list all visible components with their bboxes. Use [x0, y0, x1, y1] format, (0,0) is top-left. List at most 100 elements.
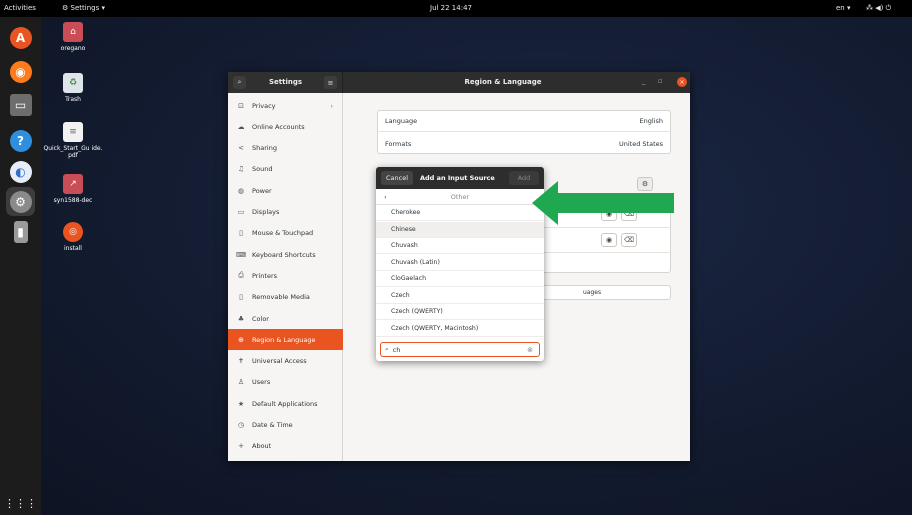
close-button[interactable]: × [677, 77, 687, 87]
desktop-icon-label: Quick_Start_Gu ide.pdf [43, 145, 103, 159]
sidebar-item-region-language[interactable]: ⊕ Region & Language [228, 329, 343, 351]
sidebar-item-icon: ▯ [239, 229, 243, 238]
menu-button[interactable]: ≡ [324, 76, 337, 89]
sidebar-item-privacy[interactable]: ⊡ Privacy › [228, 95, 343, 116]
list-item[interactable]: Czech (QWERTY) [376, 304, 544, 320]
clock[interactable]: Jul 22 14:47 [430, 4, 472, 12]
manage-languages-label: uages [583, 289, 602, 296]
sidebar-header: ⌕ Settings ≡ [228, 72, 343, 93]
sidebar-item-sharing[interactable]: < Sharing [228, 138, 343, 159]
desktop-icon-label: syn1588-dec [53, 197, 93, 204]
green-arrow-annotation [532, 181, 674, 225]
desktop-icon-trash[interactable]: ♻ Trash [43, 73, 103, 103]
remove-input-source-button-2[interactable]: ⌫ [621, 233, 637, 247]
app-icon: ◐ [9, 160, 32, 183]
sidebar-item-universal-access[interactable]: ✝ Universal Access [228, 351, 343, 372]
sidebar-item-label: Date & Time [252, 421, 293, 429]
formats-row[interactable]: Formats United States [378, 133, 670, 154]
cancel-button[interactable]: Cancel [381, 171, 413, 185]
sidebar-item-users[interactable]: ♙ Users [228, 372, 343, 393]
sidebar-item-removable-media[interactable]: ▯ Removable Media [228, 287, 343, 308]
language-row[interactable]: Language English [378, 111, 670, 132]
sidebar-item-icon: < [238, 144, 244, 153]
settings-sidebar: ⊡ Privacy › ☁ Online Accounts < Sharing ♫ Sound ◍… [228, 93, 343, 461]
list-item[interactable]: Chuvash [376, 238, 544, 254]
desktop-icon-label: Trash [65, 96, 81, 103]
list-item[interactable]: Czech (QWERTY, Macintosh) [376, 321, 544, 337]
input-source-search[interactable]: ⌕ ch ⊗ [380, 342, 540, 357]
sidebar-item-label: Removable Media [252, 293, 310, 302]
grid-icon: ⋮⋮⋮ [4, 497, 37, 510]
dock-files[interactable]: ▭ [6, 90, 35, 119]
arrow-shape [532, 181, 674, 225]
search-icon: ⌕ [385, 345, 389, 353]
dock-settings[interactable]: ⚙ [6, 187, 35, 216]
desktop-icon-syn1588-dec[interactable]: ↗ syn1588-dec [43, 174, 103, 204]
dock-help[interactable]: ? [6, 126, 35, 155]
back-row-other[interactable]: ‹ Other [376, 189, 544, 205]
sidebar-item-label: Online Accounts [252, 122, 305, 131]
sidebar-item-date-time[interactable]: ◷ Date & Time [228, 415, 343, 436]
search-icon: ⌕ [237, 78, 242, 86]
sidebar-item-about[interactable]: + About [228, 436, 343, 457]
desktop-icon-install[interactable]: ◎ install [43, 222, 103, 252]
show-applications-button[interactable]: ⋮⋮⋮ [4, 489, 37, 515]
sidebar-item-label: Privacy [252, 101, 276, 110]
preview-layout-button-2[interactable]: ◉ [601, 233, 617, 247]
panel-title: Region & Language [464, 78, 542, 86]
desktop-icon-quick-start-pdf[interactable]: ≡ Quick_Start_Gu ide.pdf [43, 122, 103, 159]
list-item[interactable]: Chuvash (Latin) [376, 255, 544, 271]
sidebar-item-icon: ★ [237, 399, 245, 408]
installer-icon: ◎ [63, 222, 83, 242]
sidebar-item-printers[interactable]: ⎙ Printers [228, 265, 343, 286]
desktop-icon-label: oregano [60, 45, 86, 52]
language-formats-group: Language English Formats United States [377, 110, 671, 154]
sidebar-item-label: Universal Access [252, 357, 307, 366]
dialog-title: Add an Input Source [420, 174, 495, 182]
system-status-icons[interactable]: ⁂ ◀) ⏻ [866, 4, 891, 13]
dock-usb-drive[interactable]: ▮ [6, 217, 35, 246]
sidebar-item-icon: ♣ [237, 314, 245, 323]
trash-icon: ♻ [63, 73, 83, 93]
sidebar-item-power[interactable]: ◍ Power [228, 180, 343, 201]
back-row-label: Other [450, 192, 470, 201]
dock-ubuntu-software[interactable]: A [6, 23, 35, 52]
hamburger-icon: ≡ [327, 78, 334, 87]
list-item[interactable]: Czech [376, 288, 544, 304]
close-icon: × [679, 78, 685, 86]
dock-app[interactable]: ◐ [6, 157, 35, 186]
activities-button[interactable]: Activities [4, 4, 36, 12]
language-value: English [639, 117, 663, 125]
sidebar-item-online-accounts[interactable]: ☁ Online Accounts [228, 116, 343, 137]
sidebar-item-color[interactable]: ♣ Color [228, 308, 343, 329]
sidebar-item-displays[interactable]: ▭ Displays [228, 202, 343, 223]
folder-link-icon: ↗ [63, 174, 83, 194]
app-menu[interactable]: ⚙ Settings ▾ [62, 4, 105, 12]
sidebar-item-label: Keyboard Shortcuts [252, 250, 316, 259]
app-menu-label: Settings [70, 4, 100, 12]
sidebar-item-label: Printers [252, 271, 278, 280]
eye-icon: ◉ [605, 236, 613, 244]
maximize-button[interactable]: ▫ [658, 77, 663, 85]
language-indicator[interactable]: en ▾ [836, 4, 851, 12]
sidebar-item-default-applications[interactable]: ★ Default Applications [228, 393, 343, 414]
minimize-button[interactable]: _ [642, 77, 646, 85]
sidebar-item-icon: ▭ [237, 208, 245, 216]
sidebar-item-label: Sound [252, 165, 273, 174]
list-item[interactable]: CloGaelach [376, 271, 544, 287]
desktop-icon-oregano[interactable]: ⌂ oregano [43, 22, 103, 52]
dock-firefox[interactable]: ◉ [6, 57, 35, 86]
search-button[interactable]: ⌕ [233, 76, 246, 89]
sidebar-item-mouse-touchpad[interactable]: ▯ Mouse & Touchpad [228, 223, 343, 244]
sidebar-item-keyboard-shortcuts[interactable]: ⌨ Keyboard Shortcuts [228, 244, 343, 265]
ubuntu-software-icon: A [9, 26, 32, 49]
files-icon: ▭ [9, 93, 32, 116]
search-input-value[interactable]: ch [393, 346, 401, 354]
list-item[interactable]: Chinese [376, 221, 544, 238]
sidebar-item-sound[interactable]: ♫ Sound [228, 159, 343, 180]
list-item[interactable]: Cherokee [376, 205, 544, 221]
clear-search-icon[interactable]: ⊗ [527, 346, 533, 354]
window-title-settings: Settings [268, 78, 303, 86]
sidebar-item-label: Color [252, 314, 269, 323]
formats-label: Formats [385, 139, 412, 148]
